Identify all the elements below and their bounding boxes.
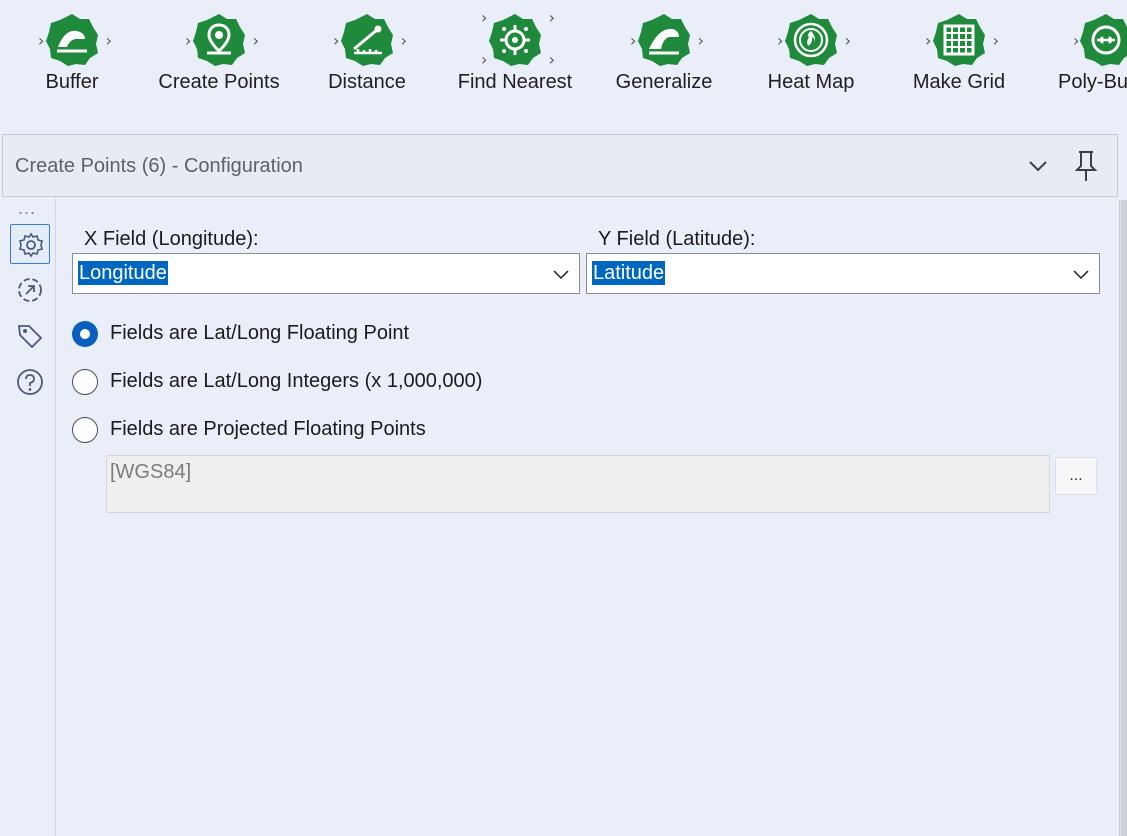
projection-value: [WGS84]: [110, 461, 192, 483]
connection-icon: [18, 278, 42, 302]
input-arrow-icon: ›: [38, 31, 45, 50]
connections-tab[interactable]: [10, 270, 50, 310]
x-field-dropdown[interactable]: Longitude: [72, 253, 580, 294]
radio-label: Fields are Lat/Long Floating Point: [110, 322, 410, 344]
radio-label: Fields are Lat/Long Integers (x 1,000,00…: [110, 370, 483, 392]
output-arrow-icon: ›: [548, 8, 555, 27]
output-arrow-icon: ›: [844, 31, 851, 50]
radio-button[interactable]: [72, 369, 98, 395]
collapse-chevron-icon[interactable]: [1025, 153, 1051, 179]
input-arrow-icon: ›: [481, 8, 488, 27]
tool-label: Make Grid: [912, 71, 1006, 93]
tool-label: Create Points: [158, 71, 280, 93]
distance-icon: [340, 13, 394, 67]
option-lat-long-floating[interactable]: Fields are Lat/Long Floating Point: [72, 319, 572, 349]
poly-build-icon: [1079, 13, 1127, 67]
tool-heat-map[interactable]: › › Heat Map: [741, 8, 881, 104]
radio-button[interactable]: [72, 417, 98, 443]
tool-label: Heat Map: [767, 71, 855, 93]
pin-icon[interactable]: [1071, 149, 1101, 183]
make-grid-icon: [932, 13, 986, 67]
output-arrow-icon: ›: [548, 50, 555, 69]
configuration-tab[interactable]: [10, 224, 50, 264]
tool-create-points[interactable]: › › Create Points: [149, 8, 289, 104]
scrollbar-thumb[interactable]: [1121, 200, 1127, 836]
input-arrow-icon: ›: [185, 31, 192, 50]
tool-distance[interactable]: › › Distance: [297, 8, 437, 104]
create-points-icon: [192, 13, 246, 67]
input-arrow-icon: ›: [481, 50, 488, 69]
tool-find-nearest[interactable]: › › › › Find Nearest: [445, 8, 585, 104]
tool-label: Buffer: [45, 71, 99, 93]
chevron-down-icon: [553, 270, 569, 280]
browse-projection-button[interactable]: ...: [1055, 457, 1097, 495]
gear-icon: [19, 232, 43, 258]
tool-label: Poly-Bu: [1058, 71, 1127, 93]
projection-field: [WGS84]: [106, 455, 1050, 513]
radio-button[interactable]: [72, 321, 98, 347]
annotation-tab[interactable]: [10, 316, 50, 356]
x-field-value: Longitude: [78, 261, 168, 285]
help-icon: [17, 369, 43, 395]
output-arrow-icon: ›: [697, 31, 704, 50]
y-field-value: Latitude: [592, 261, 666, 285]
vertical-scrollbar[interactable]: [1119, 200, 1127, 836]
output-arrow-icon: ›: [252, 31, 259, 50]
output-arrow-icon: ›: [992, 31, 999, 50]
buffer-icon: [45, 13, 99, 67]
tool-label: Distance: [328, 71, 406, 93]
tool-buffer[interactable]: › › Buffer: [2, 8, 142, 104]
chevron-down-icon: [1073, 270, 1089, 280]
input-arrow-icon: ›: [925, 31, 932, 50]
output-arrow-icon: ›: [105, 31, 112, 50]
tool-make-grid[interactable]: › › Make Grid: [889, 8, 1029, 104]
radio-label: Fields are Projected Floating Points: [110, 418, 426, 440]
help-tab[interactable]: [10, 362, 50, 402]
input-arrow-icon: ›: [333, 31, 340, 50]
output-arrow-icon: ›: [400, 31, 407, 50]
generalize-icon: [637, 13, 691, 67]
tool-poly-build[interactable]: › Poly-Bu: [1037, 8, 1127, 104]
configuration-panel-header: Create Points (6) - Configuration: [2, 134, 1118, 197]
y-field-label: Y Field (Latitude):: [598, 228, 756, 250]
input-arrow-icon: ›: [630, 31, 637, 50]
option-lat-long-integers[interactable]: Fields are Lat/Long Integers (x 1,000,00…: [72, 367, 572, 397]
panel-title: Create Points (6) - Configuration: [15, 155, 303, 177]
find-nearest-icon: [488, 13, 542, 67]
tool-label: Generalize: [615, 71, 713, 93]
configuration-side-rail: ...: [0, 198, 56, 836]
tool-label: Find Nearest: [457, 71, 573, 93]
tool-generalize[interactable]: › › Generalize: [594, 8, 734, 104]
heat-map-icon: [784, 13, 838, 67]
input-arrow-icon: ›: [777, 31, 784, 50]
tag-icon: [17, 325, 43, 349]
overflow-dots[interactable]: ...: [18, 198, 36, 219]
x-field-label: X Field (Longitude):: [84, 228, 259, 250]
y-field-dropdown[interactable]: Latitude: [586, 253, 1100, 294]
option-projected-floating[interactable]: Fields are Projected Floating Points: [72, 415, 572, 445]
tool-palette: › › Buffer › › Create Points › › Distanc…: [0, 0, 1127, 118]
